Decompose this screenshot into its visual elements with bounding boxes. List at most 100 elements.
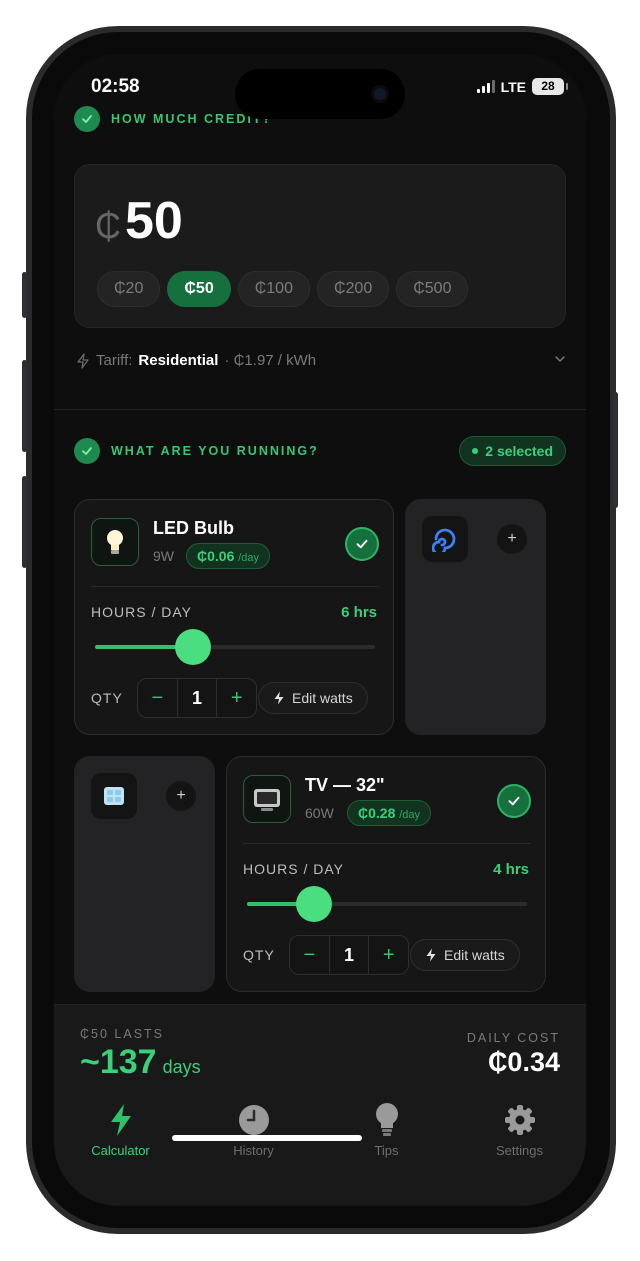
tariff-selector[interactable]: Tariff: Residential · ₵1.97 / kWh — [76, 352, 566, 369]
status-dot — [472, 448, 479, 454]
bolt-icon — [426, 948, 436, 962]
appliance-watts: 9W — [153, 548, 174, 564]
selected-check-button[interactable] — [345, 527, 379, 561]
card-divider — [243, 843, 531, 844]
hours-value: 6 hrs — [341, 604, 377, 621]
preset-chip[interactable]: ₵500 — [396, 271, 469, 307]
edit-watts-label: Edit watts — [292, 690, 353, 706]
increment-button[interactable]: + — [217, 679, 256, 717]
chevron-down-icon — [555, 356, 565, 363]
daily-cost-total: ₵0.34 — [487, 1047, 560, 1077]
appliance-name: TV — 32" — [305, 775, 385, 795]
appliance-card-fan[interactable]: + — [405, 499, 546, 735]
preset-chip[interactable]: ₵20 — [97, 271, 161, 307]
card-divider — [91, 586, 379, 587]
home-indicator[interactable] — [172, 1135, 362, 1141]
appliance-card-tv[interactable]: TV — 32" 60W ₵0.28 /day HOURS / DAY 4 hr… — [226, 756, 546, 992]
gear-icon — [504, 1103, 536, 1137]
hours-slider[interactable] — [247, 886, 527, 922]
bolt-icon — [77, 352, 89, 369]
ice-icon — [91, 773, 137, 819]
edit-watts-button[interactable]: Edit watts — [258, 682, 368, 714]
daily-cost: ₵0.28 — [358, 805, 396, 821]
tariff-value: Residential — [138, 352, 219, 369]
quantity-stepper: − 1 + — [289, 935, 409, 975]
appliance-card-led-bulb[interactable]: LED Bulb 9W ₵0.06 /day HOURS / DAY 6 hrs… — [74, 499, 394, 735]
currency-symbol: ₵ — [95, 205, 121, 246]
selected-count-badge: 2 selected — [459, 436, 566, 466]
daily-cost: ₵0.06 — [197, 548, 235, 564]
selected-check-button[interactable] — [497, 784, 531, 818]
signal-icon — [476, 80, 495, 93]
fan-icon — [422, 516, 468, 562]
tariff-rate: · ₵1.97 / kWh — [224, 352, 317, 369]
dynamic-island — [235, 69, 405, 119]
power-button — [613, 392, 618, 508]
decrement-button[interactable]: − — [138, 679, 177, 717]
edit-watts-button[interactable]: Edit watts — [410, 939, 520, 971]
section-label: WHAT ARE YOU RUNNING? — [111, 444, 319, 458]
daily-cost-badge: ₵0.06 /day — [186, 543, 271, 569]
status-indicators: LTE 28 — [476, 78, 568, 95]
clock-icon — [238, 1103, 270, 1137]
edit-watts-label: Edit watts — [444, 947, 505, 963]
daily-cost-badge: ₵0.28 /day — [347, 800, 432, 826]
appliance-name: LED Bulb — [153, 518, 234, 538]
tab-label: Calculator — [91, 1143, 150, 1158]
daily-cost-unit: /day — [238, 552, 260, 564]
lightbulb-icon — [91, 518, 139, 566]
slider-thumb[interactable] — [296, 886, 333, 922]
network-label: LTE — [500, 78, 526, 95]
tariff-label: Tariff: — [96, 352, 133, 369]
slider-thumb[interactable] — [175, 629, 211, 665]
battery-icon: 28 — [532, 78, 568, 95]
selected-count: 2 selected — [485, 443, 553, 459]
lasts-value: ~137 — [80, 1043, 157, 1081]
volume-down-button — [22, 476, 27, 568]
bolt-icon — [108, 1103, 134, 1137]
quantity-value: 1 — [176, 679, 218, 717]
tv-icon — [243, 775, 291, 823]
check-icon — [74, 106, 100, 132]
summary-footer: ₵50 LASTS ~137 days DAILY COST ₵0.34 Cal… — [54, 1004, 586, 1206]
tab-calculator[interactable]: Calculator — [54, 1103, 187, 1158]
check-icon — [74, 438, 100, 464]
daily-cost-label: DAILY COST — [466, 1031, 560, 1045]
camera-icon — [371, 85, 389, 103]
section-divider — [54, 409, 586, 410]
tab-label: History — [233, 1143, 274, 1158]
amount-value: 50 — [125, 192, 183, 250]
bolt-icon — [274, 691, 284, 705]
hours-slider[interactable] — [95, 629, 375, 665]
quantity-stepper: − 1 + — [137, 678, 257, 718]
qty-label: QTY — [91, 690, 123, 706]
tab-label: Tips — [374, 1143, 399, 1158]
tab-bar: Calculator History Tips Settings — [54, 1103, 586, 1158]
lasts-label: ₵50 LASTS — [80, 1027, 165, 1041]
app-screen: 02:58 LTE 28 HOW MUCH CREDIT? ₵ 50 ₵20 ₵… — [54, 54, 586, 1206]
increment-button[interactable]: + — [369, 936, 408, 974]
tab-settings[interactable]: Settings — [453, 1103, 586, 1158]
tab-tips[interactable]: Tips — [320, 1103, 453, 1158]
lasts-value-group: ~137 days — [80, 1043, 201, 1082]
preset-chip[interactable]: ₵200 — [316, 271, 390, 307]
credit-amount[interactable]: ₵ 50 — [95, 191, 183, 251]
hours-label: HOURS / DAY — [91, 604, 192, 620]
hours-label: HOURS / DAY — [243, 861, 344, 877]
credit-card: ₵ 50 ₵20 ₵50 ₵100 ₵200 ₵500 — [74, 164, 566, 328]
daily-cost-unit: /day — [399, 809, 421, 821]
mute-switch — [22, 272, 27, 318]
add-appliance-button[interactable]: + — [497, 524, 527, 554]
lasts-unit: days — [162, 1057, 201, 1077]
tab-history[interactable]: History — [187, 1103, 320, 1158]
hours-value: 4 hrs — [493, 861, 529, 878]
quantity-value: 1 — [328, 936, 370, 974]
add-appliance-button[interactable]: + — [166, 781, 196, 811]
status-time: 02:58 — [91, 76, 140, 97]
preset-chip[interactable]: ₵100 — [237, 271, 310, 307]
appliance-card-ice[interactable]: + — [74, 756, 215, 992]
appliance-watts: 60W — [305, 805, 334, 821]
preset-chip-selected[interactable]: ₵50 — [167, 271, 231, 307]
decrement-button[interactable]: − — [290, 936, 329, 974]
tab-label: Settings — [496, 1143, 543, 1158]
